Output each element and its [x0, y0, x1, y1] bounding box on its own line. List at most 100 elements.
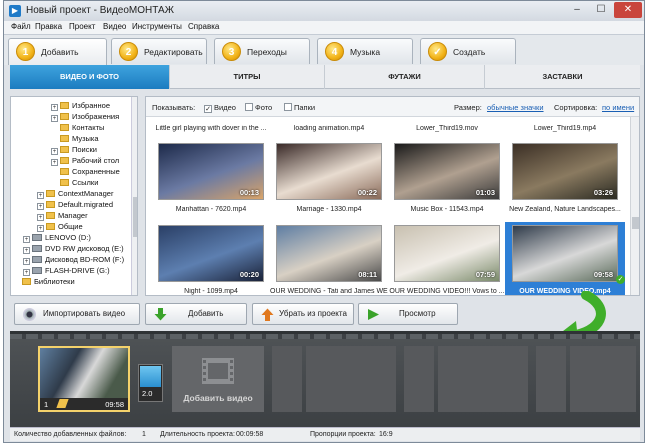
tab-intros[interactable]: ЗАСТАВКИ — [485, 65, 640, 89]
expand-icon[interactable]: + — [23, 236, 30, 243]
tree-item[interactable]: + Общие — [37, 222, 83, 233]
maximize-button[interactable]: ☐ — [590, 2, 612, 18]
size-link[interactable]: обычные значки — [487, 103, 544, 112]
tree-item[interactable]: + DVD RW дисковод (E:) — [23, 244, 124, 255]
tree-item[interactable]: Библиотеки — [13, 277, 75, 288]
menu-video[interactable]: Видео — [103, 22, 126, 31]
duration-value: 00:09:58 — [236, 431, 264, 438]
tree-item[interactable]: + Поиски — [51, 145, 97, 156]
video-thumbnail[interactable]: 00:13 — [158, 143, 264, 200]
tree-item[interactable]: + FLASH-DRIVE (G:) — [23, 266, 110, 277]
gallery-scrollbar[interactable] — [630, 117, 639, 295]
tree-item[interactable]: + Default.migrated — [37, 200, 113, 211]
video-filename[interactable]: Music Box - 11543.mp4 — [388, 206, 506, 213]
tree-item[interactable]: + Рабочий стол — [51, 156, 119, 167]
video-filename[interactable]: New Zealand, Nature Landscapes... — [506, 206, 624, 213]
tab-video-photo[interactable]: ВИДЕО И ФОТО — [10, 65, 170, 89]
expand-icon[interactable]: + — [37, 225, 44, 232]
video-thumbnail[interactable]: 00:20 — [158, 225, 264, 282]
import-video-button[interactable]: Импортировать видео — [14, 303, 140, 325]
menu-file[interactable]: Файл — [11, 22, 31, 31]
tree-item[interactable]: + ContextManager — [37, 189, 113, 200]
tab-create[interactable]: ✓ Создать — [420, 38, 516, 64]
tree-item-label: Поиски — [72, 145, 97, 154]
tree-item-label: Default.migrated — [58, 200, 114, 209]
remove-from-project-button[interactable]: Убрать из проекта — [252, 303, 354, 325]
add-button[interactable]: Добавить — [145, 303, 247, 325]
transition-duration: 2.0 — [142, 389, 153, 398]
expand-icon[interactable]: + — [51, 159, 58, 166]
expand-icon[interactable]: + — [23, 247, 30, 254]
menu-tools[interactable]: Инструменты — [132, 22, 182, 31]
expand-icon[interactable]: + — [37, 203, 44, 210]
tree-item[interactable]: + Изображения — [51, 112, 119, 123]
expand-icon[interactable]: + — [51, 148, 58, 155]
filter-photo[interactable]: Фото — [245, 103, 272, 112]
tree-item[interactable]: + LENOVO (D:) — [23, 233, 91, 244]
tree-item[interactable]: + Избранное — [51, 101, 110, 112]
expand-icon[interactable]: + — [51, 115, 58, 122]
tab-footage[interactable]: ФУТАЖИ — [325, 65, 485, 89]
menu-edit[interactable]: Правка — [35, 22, 62, 31]
webcam-icon — [23, 308, 36, 321]
transition-slot[interactable]: 2.0 — [138, 364, 163, 402]
file-title-partial[interactable]: Lower_Third19.mov — [388, 125, 506, 132]
file-title-partial[interactable]: Lower_Third19.mp4 — [506, 125, 624, 132]
folder-icon — [60, 157, 69, 164]
checkbox-icon — [284, 103, 292, 111]
video-thumbnail[interactable]: 07:59 — [394, 225, 500, 282]
tree-scrollbar[interactable] — [131, 97, 137, 295]
tree-item[interactable]: Ссылки — [51, 178, 98, 189]
step-1-icon: 1 — [16, 42, 35, 61]
video-thumbnail[interactable]: 00:22 — [276, 143, 382, 200]
expand-icon[interactable]: + — [23, 269, 30, 276]
video-thumbnail[interactable]: 01:03 — [394, 143, 500, 200]
tab-music[interactable]: 4 Музыка — [317, 38, 413, 64]
video-thumbnail[interactable]: 03:26 — [512, 143, 618, 200]
gallery-scrollbar-thumb[interactable] — [632, 217, 639, 229]
expand-icon[interactable]: + — [51, 104, 58, 111]
orange-up-arrow-icon — [261, 308, 274, 321]
menu-project[interactable]: Проект — [69, 22, 95, 31]
expand-icon[interactable]: + — [37, 214, 44, 221]
file-title-partial[interactable]: Little girl playing with dover in the ..… — [152, 125, 270, 132]
add-video-placeholder[interactable]: Добавить видео — [172, 346, 264, 412]
files-count-value: 1 — [142, 431, 146, 438]
menu-help[interactable]: Справка — [188, 22, 219, 31]
tab-edit[interactable]: 2 Редактировать — [111, 38, 207, 64]
expand-icon[interactable]: + — [37, 192, 44, 199]
tree-item[interactable]: Контакты — [51, 123, 104, 134]
tree-scrollbar-thumb[interactable] — [133, 197, 137, 237]
minimize-button[interactable]: – — [566, 2, 588, 18]
close-button[interactable]: ✕ — [614, 2, 642, 18]
filter-video[interactable]: ✓ Видео — [204, 103, 236, 113]
tree-item[interactable]: + Manager — [37, 211, 88, 222]
tab-label: Создать — [453, 47, 486, 57]
video-filename[interactable]: Night - 1099.mp4 — [152, 288, 270, 295]
video-filename[interactable]: Manhattan - 7620.mp4 — [152, 206, 270, 213]
video-duration: 00:13 — [239, 188, 259, 197]
tab-add[interactable]: 1 Добавить — [8, 38, 107, 65]
file-title-partial[interactable]: loading animation.mp4 — [270, 125, 388, 132]
pencil-icon[interactable] — [56, 399, 69, 408]
video-filename[interactable]: OUR WEDDING VIDEO!!! Vows to ... — [388, 288, 506, 295]
filter-folders[interactable]: Папки — [284, 103, 315, 112]
tab-transitions[interactable]: 3 Переходы — [214, 38, 310, 64]
video-filename[interactable]: Marriage - 1330.mp4 — [270, 206, 388, 213]
empty-slot — [438, 346, 528, 412]
storyboard-clip[interactable]: 1 09:58 — [38, 346, 130, 412]
video-thumbnail[interactable]: 08:11 — [276, 225, 382, 282]
video-thumbnail[interactable]: 09:58 — [512, 225, 618, 282]
tree-item[interactable]: + Дисковод BD-ROM (F:) — [23, 255, 124, 266]
tree-item[interactable]: Сохраненные — [51, 167, 120, 178]
video-filename[interactable]: OUR WEDDING - Tati and James WE... — [270, 288, 388, 295]
tree-item-label: Контакты — [72, 123, 105, 132]
tree-item-label: Общие — [58, 222, 83, 231]
empty-slot — [404, 346, 434, 412]
clip-thumbnail — [40, 348, 128, 398]
preview-button[interactable]: Просмотр — [358, 303, 458, 325]
expand-icon[interactable]: + — [23, 258, 30, 265]
sort-link[interactable]: по имени — [602, 103, 634, 112]
tree-item[interactable]: Музыка — [51, 134, 99, 145]
tab-titles[interactable]: ТИТРЫ — [170, 65, 325, 89]
